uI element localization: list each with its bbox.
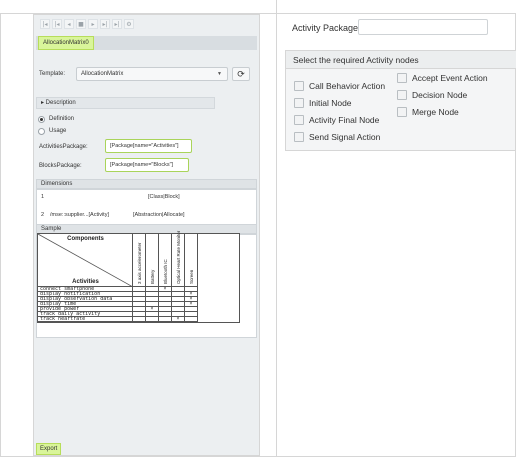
dimension-path: /mse::supplier...[Activity]: [50, 212, 109, 218]
first-icon[interactable]: |◂: [40, 19, 50, 29]
refresh-button[interactable]: ⟳: [232, 67, 250, 81]
last-icon[interactable]: ▸|: [112, 19, 122, 29]
matrix-cell: [133, 317, 146, 322]
activity-nodes-group: Select the required Activity nodes Call …: [285, 50, 516, 151]
column-label: Screen: [189, 269, 194, 284]
matrix-row-label: track heartrate: [38, 317, 133, 322]
matrix-corner: Components Activities: [38, 234, 133, 287]
activities-package-label: ActivitiesPackage:: [39, 144, 88, 150]
checkbox-accept-event-action[interactable]: [397, 73, 407, 83]
export-button[interactable]: Export: [36, 443, 62, 455]
matrix-column-header: Screen: [185, 234, 198, 287]
column-label: Battery: [150, 269, 155, 284]
matrix-cell: [159, 317, 172, 322]
column-label: Optical Heart Rate Monitor: [176, 230, 181, 284]
checkbox-send-signal-action[interactable]: [294, 132, 304, 142]
dimension-index: 1: [41, 194, 45, 200]
activity-nodes-header: Select the required Activity nodes: [286, 51, 516, 69]
column-label: Bluetooth IC: [163, 259, 168, 284]
matrix-cell: ×: [172, 317, 185, 322]
settings-icon[interactable]: ⚙: [124, 19, 134, 29]
matrix-column-header: Bluetooth IC: [159, 234, 172, 287]
column-label: 3 axis accelerometer: [137, 242, 142, 284]
activities-label: Activities: [72, 279, 99, 285]
dimensions-header: Dimensions: [36, 179, 257, 189]
divider: [276, 0, 277, 457]
dimensions-table: 1 [Class|Block] 2 /mse::supplier...[Acti…: [36, 189, 257, 229]
blocks-package-label: BlocksPackage:: [39, 163, 82, 169]
activities-package-field[interactable]: [Package[name="Activities"]: [105, 139, 192, 153]
tab-bar: AllocationMatrix0: [36, 36, 257, 50]
checkbox-label: Accept Event Action: [412, 73, 488, 83]
template-label: Template:: [39, 71, 66, 77]
dimension-type: [Class|Block]: [148, 194, 180, 200]
prev-icon[interactable]: |◂: [52, 19, 62, 29]
checkbox-label: Decision Node: [412, 90, 468, 100]
activity-package-label: Activity Package:: [292, 23, 361, 33]
back-icon[interactable]: ◂: [64, 19, 74, 29]
allocation-matrix-sample: Components Activities 3 axis acceleromet…: [37, 230, 240, 323]
template-value: AllocationMatrix: [81, 71, 124, 77]
usage-radio[interactable]: [38, 128, 45, 135]
dimension-index: 2: [41, 212, 45, 218]
checkbox-activity-final-node[interactable]: [294, 115, 304, 125]
divider: [0, 13, 1, 457]
checkbox-call-behavior-action[interactable]: [294, 81, 304, 91]
definition-radio[interactable]: [38, 116, 45, 123]
checkbox-label: Send Signal Action: [309, 132, 381, 142]
tab-allocation-matrix[interactable]: AllocationMatrix0: [38, 36, 94, 50]
template-select[interactable]: AllocationMatrix ▼: [76, 67, 228, 81]
matrix-column-header: Battery: [146, 234, 159, 287]
blocks-package-field[interactable]: [Package[name="Blocks"]: [105, 158, 189, 172]
matrix-column-header: Optical Heart Rate Monitor: [172, 230, 185, 287]
chevron-down-icon: ▼: [217, 71, 222, 77]
checkbox-initial-node[interactable]: [294, 98, 304, 108]
checkbox-label: Initial Node: [309, 98, 352, 108]
window-frame: |◂ |◂ ◂ ■ ▸ ▸| ▸| ⚙ AllocationMatrix0 Template:…: [0, 0, 516, 457]
next-icon[interactable]: ▸|: [100, 19, 110, 29]
matrix-column-header: 3 axis accelerometer: [133, 234, 146, 287]
definition-label: Definition: [49, 116, 75, 122]
checkbox-label: Merge Node: [412, 107, 459, 117]
usage-label: Usage: [49, 128, 67, 134]
stop-icon[interactable]: ■: [76, 19, 86, 29]
checkbox-merge-node[interactable]: [397, 107, 407, 117]
matrix-cell: [146, 317, 159, 322]
description-section-toggle[interactable]: ▸ Description: [36, 97, 215, 109]
dimension-type: [Abstraction|Allocate]: [133, 212, 185, 218]
checkbox-label: Call Behavior Action: [309, 81, 386, 91]
components-label: Components: [67, 236, 104, 242]
matrix-cell: [185, 317, 198, 322]
forward-icon[interactable]: ▸: [88, 19, 98, 29]
navigation-toolbar: |◂ |◂ ◂ ■ ▸ ▸| ▸| ⚙: [40, 19, 134, 33]
activity-package-input[interactable]: [358, 19, 488, 35]
checkbox-label: Activity Final Node: [309, 115, 380, 125]
refresh-icon: ⟳: [237, 69, 245, 79]
checkbox-decision-node[interactable]: [397, 90, 407, 100]
